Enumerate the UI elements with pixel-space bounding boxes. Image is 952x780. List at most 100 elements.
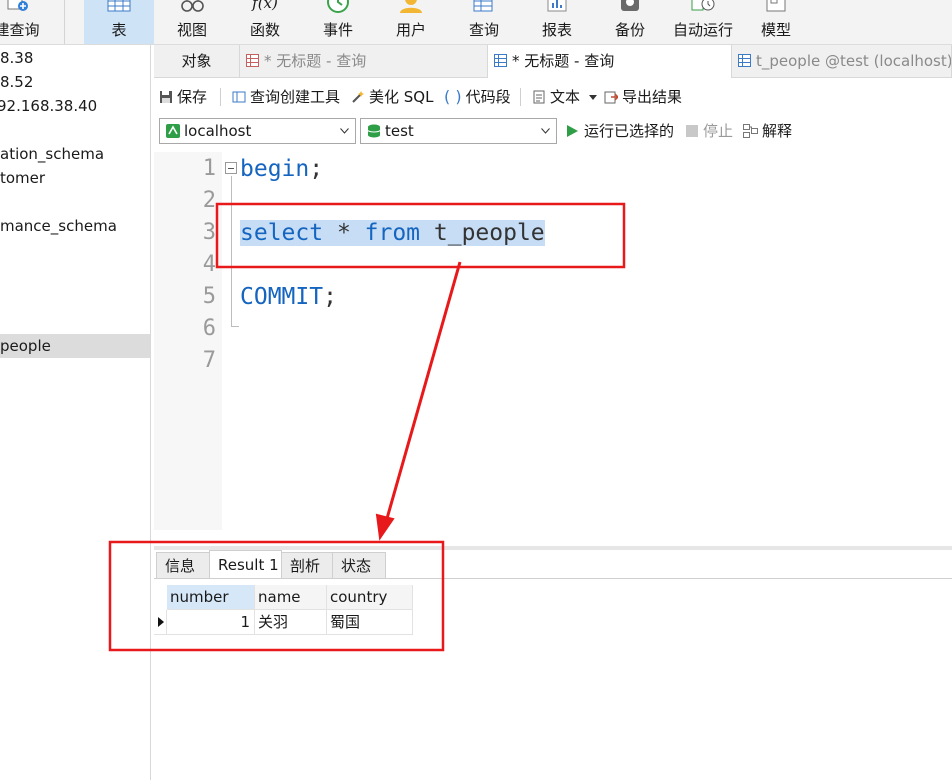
function-icon: f(x) (252, 0, 278, 12)
code-punct: ; (309, 156, 324, 182)
code-punct: ; (323, 284, 337, 310)
backup-button[interactable]: 备份 (595, 0, 665, 44)
tab-untitled-query-2[interactable]: * 无标题 - 查询 (488, 45, 732, 78)
selected-sql: select * from t_people (240, 220, 545, 246)
nav-item-connection-52[interactable]: 8.52 (0, 70, 33, 94)
nav-item-information-schema[interactable]: ation_schema (0, 142, 104, 166)
code-line-3: select * from t_people (240, 217, 545, 249)
tab-profile[interactable]: 剖析 (281, 552, 333, 578)
keyword-from: from (364, 220, 421, 246)
result-grid: number name country 1 关羽 蜀国 (154, 585, 414, 635)
line-number: 4 (202, 252, 216, 277)
line-number-gutter: 1 2 3 4 5 6 7 (154, 152, 222, 530)
play-icon (567, 125, 578, 137)
beautify-icon (352, 91, 364, 103)
query-builder-label: 查询创建工具 (250, 88, 341, 106)
function-button[interactable]: f(x) 函数 (230, 0, 300, 44)
table-button[interactable]: 表 (84, 0, 154, 44)
line-number: 7 (202, 348, 216, 373)
query-builder-button[interactable]: 查询创建工具 (232, 80, 340, 114)
code-table-name: t_people (420, 220, 545, 246)
nav-item-performance-schema[interactable]: mance_schema (0, 214, 117, 238)
model-button[interactable]: 模型 (741, 0, 811, 44)
run-selected-button[interactable]: 运行已选择的 (566, 118, 674, 144)
nav-item-customer[interactable]: tomer (0, 166, 45, 190)
tab-label: * 无标题 - 查询 (264, 52, 367, 70)
connection-icon (166, 124, 180, 138)
keyword-select: select (240, 220, 324, 246)
code-snippet-label: 代码段 (465, 88, 511, 106)
view-button[interactable]: 视图 (157, 0, 227, 44)
code-snippet-button[interactable]: ( ) 代码段 (444, 80, 511, 114)
table-cell-number[interactable]: 1 (167, 610, 255, 635)
table-icon (107, 0, 131, 12)
run-selected-label: 运行已选择的 (584, 122, 675, 140)
code-line-5: COMMIT; (240, 281, 337, 313)
query-builder-icon (232, 91, 246, 103)
connection-bar: localhost test 运行已选择的 停止 解释 (154, 114, 952, 150)
explain-label: 解释 (762, 122, 793, 140)
table-cell-country[interactable]: 蜀国 (327, 610, 413, 635)
column-header-country[interactable]: country (327, 585, 413, 610)
nav-item-t-people[interactable]: people (0, 334, 150, 358)
report-button[interactable]: 报表 (522, 0, 592, 44)
text-document-icon (533, 90, 545, 104)
code-star: * (323, 220, 365, 246)
table-tab-icon (738, 54, 751, 67)
beautify-sql-button[interactable]: 美化 SQL (351, 80, 433, 114)
query-tab-icon (494, 54, 507, 67)
column-header-name[interactable]: name (255, 585, 327, 610)
database-select[interactable]: test (360, 118, 557, 144)
save-icon (160, 91, 172, 103)
text-button[interactable]: 文本 (532, 80, 597, 114)
user-icon (400, 0, 422, 13)
stop-icon (686, 125, 698, 137)
navigation-tree: 8.38 8.52 92.168.38.40 ation_schema tome… (0, 45, 151, 780)
tab-untitled-query-1[interactable]: * 无标题 - 查询 (240, 45, 488, 78)
chevron-down-icon (541, 128, 550, 134)
query-tab-icon (246, 54, 259, 67)
table-cell-name[interactable]: 关羽 (255, 610, 327, 635)
tab-result-1[interactable]: Result 1 (209, 550, 282, 579)
new-query-icon (7, 0, 28, 11)
nav-item-connection-38[interactable]: 8.38 (0, 46, 33, 70)
server-select[interactable]: localhost (159, 118, 356, 144)
tab-status[interactable]: 状态 (332, 552, 386, 578)
user-button[interactable]: 用户 (376, 0, 446, 44)
server-value: localhost (184, 122, 252, 140)
editor-tab-bar: 对象 * 无标题 - 查询 * 无标题 - 查询 t_people @test … (154, 45, 952, 78)
tab-label: t_people @test (localhost) (756, 52, 952, 70)
explain-button[interactable]: 解释 (743, 118, 792, 144)
automation-button[interactable]: 自动运行 (668, 0, 738, 44)
line-number: 1 (202, 156, 216, 181)
save-button[interactable]: 保存 (159, 80, 207, 114)
export-result-label: 导出结果 (622, 88, 683, 106)
query-button[interactable]: 查询 (449, 0, 519, 44)
beautify-sql-label: 美化 SQL (369, 88, 434, 106)
stop-label: 停止 (703, 122, 734, 140)
stop-button[interactable]: 停止 (686, 118, 733, 144)
column-header-number[interactable]: number (167, 585, 255, 610)
result-tab-divider (154, 578, 952, 579)
nav-item-connection-40[interactable]: 92.168.38.40 (0, 94, 97, 118)
event-icon (327, 0, 349, 13)
tab-objects[interactable]: 对象 (154, 45, 240, 78)
event-button[interactable]: 事件 (303, 0, 373, 44)
fold-guide (231, 176, 232, 326)
tab-t-people-table[interactable]: t_people @test (localhost) (732, 45, 952, 78)
result-panel: 信息 Result 1 剖析 状态 number name country 1 … (154, 550, 952, 780)
fold-toggle-icon[interactable] (225, 162, 237, 174)
new-query-button[interactable]: 建查询 (0, 0, 52, 44)
tab-info[interactable]: 信息 (156, 552, 210, 578)
line-number: 3 (202, 220, 216, 245)
sql-editor[interactable]: 1 2 3 4 5 6 7 begin; select * from t_peo… (154, 152, 952, 547)
keyword-begin: begin (240, 156, 310, 182)
dropdown-arrow-icon (588, 95, 597, 100)
query-toolbar: 保存 查询创建工具 美化 SQL ( ) 代码段 文本 导出结果 (154, 80, 952, 114)
tab-label: * 无标题 - 查询 (512, 52, 615, 70)
export-result-button[interactable]: 导出结果 (604, 80, 682, 114)
text-label: 文本 (550, 88, 581, 106)
export-icon (604, 91, 618, 104)
current-row-marker-icon (154, 610, 167, 635)
database-icon (367, 124, 381, 138)
